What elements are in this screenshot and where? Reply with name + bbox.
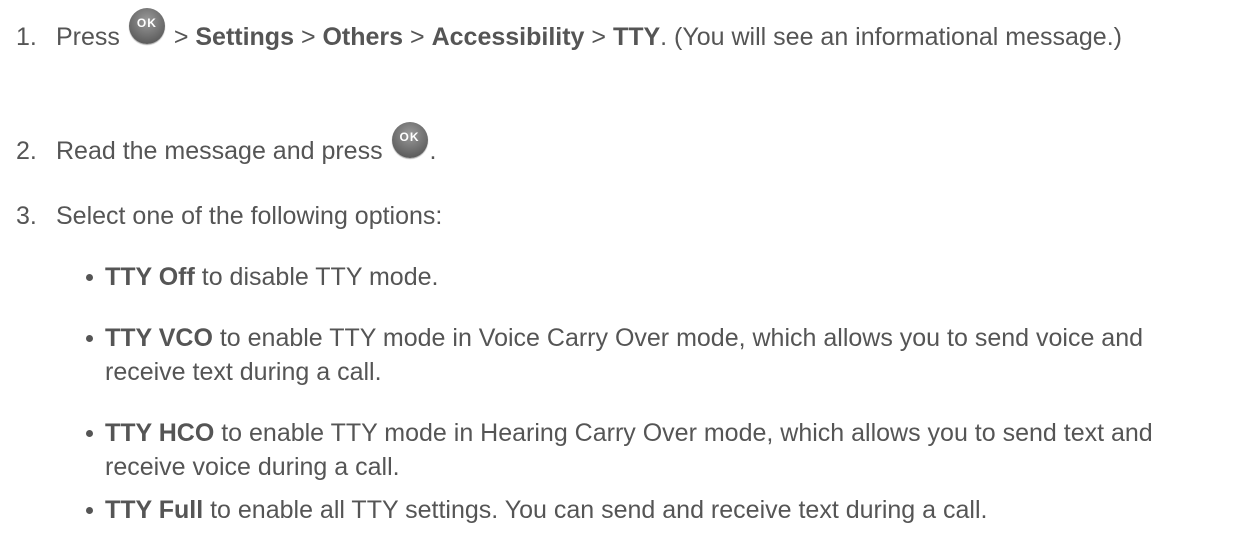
- menu-others: Others: [322, 23, 404, 51]
- option-description: to disable TTY mode.: [194, 263, 439, 291]
- step-text: Press OK > Settings > Others > Accessibi…: [56, 8, 1216, 56]
- ok-button-icon: OK: [128, 8, 165, 44]
- step-number: 2.: [16, 137, 37, 165]
- option-description: to enable TTY mode in Hearing Carry Over…: [105, 419, 1153, 481]
- option-description: to enable TTY mode in Voice Carry Over m…: [105, 324, 1144, 386]
- option-description: to enable all TTY settings. You can send…: [203, 496, 988, 524]
- option-text: TTY HCO to enable TTY mode in Hearing Ca…: [105, 416, 1220, 484]
- step-text: Select one of the following options:: [56, 199, 1216, 233]
- bullet-icon: [86, 430, 93, 437]
- step-2-end: .: [429, 137, 437, 165]
- option-text: TTY Off to disable TTY mode.: [105, 260, 1220, 294]
- option-name: TTY Off: [105, 263, 195, 291]
- ok-label: OK: [136, 16, 157, 30]
- option-text: TTY VCO to enable TTY mode in Voice Carr…: [105, 321, 1220, 389]
- bullet-icon: [86, 335, 93, 342]
- option-text: TTY Full to enable all TTY settings. You…: [105, 493, 1220, 527]
- ok-button-icon: OK: [391, 122, 428, 158]
- option-name: TTY HCO: [105, 419, 215, 447]
- bullet-icon: [86, 507, 93, 514]
- separator: >: [300, 23, 323, 51]
- step-1-end: . (You will see an informational message…: [660, 23, 1122, 51]
- step-number: 3.: [16, 202, 37, 230]
- bullet-icon: [86, 274, 93, 281]
- menu-accessibility: Accessibility: [431, 23, 585, 51]
- step-number: 1.: [16, 23, 37, 51]
- press-text: Press: [56, 23, 127, 51]
- step-3-text: Select one of the following options:: [56, 202, 443, 230]
- option-name: TTY VCO: [105, 324, 213, 352]
- menu-tty: TTY: [612, 23, 661, 51]
- option-name: TTY Full: [105, 496, 204, 524]
- instructions-page: 1. Press OK > Settings > Others > Access…: [0, 0, 1244, 546]
- separator: >: [173, 23, 196, 51]
- menu-settings: Settings: [195, 23, 294, 51]
- separator: >: [591, 23, 613, 51]
- step-text: Read the message and press OK.: [56, 122, 1216, 170]
- separator: >: [410, 23, 432, 51]
- ok-label: OK: [399, 130, 420, 144]
- step-2-text: Read the message and press: [56, 137, 390, 165]
